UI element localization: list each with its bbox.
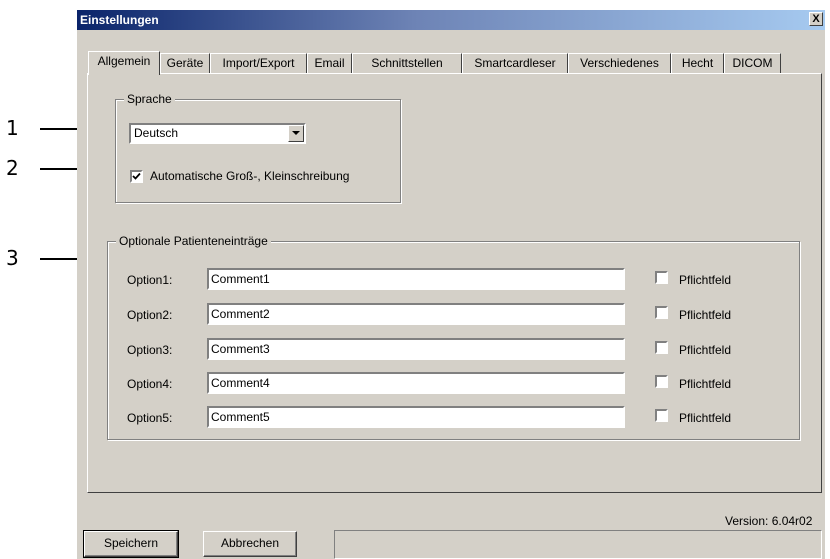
option4-input[interactable]: [209, 374, 623, 392]
checkmark-icon: [132, 172, 141, 180]
dropdown-button[interactable]: [288, 125, 304, 142]
title-bar[interactable]: Einstellungen X: [77, 10, 825, 30]
auto-case-label: Automatische Groß-, Kleinschreibung: [150, 169, 350, 183]
option4-field[interactable]: [207, 372, 625, 394]
tab-import-export[interactable]: Import/Export: [210, 53, 307, 74]
callout-3: 3: [6, 246, 19, 270]
option3-required-label: Pflichtfeld: [679, 343, 732, 357]
close-button[interactable]: X: [809, 12, 823, 26]
option4-required-label: Pflichtfeld: [679, 377, 732, 391]
close-icon: X: [812, 13, 820, 25]
tab-geraete[interactable]: Geräte: [160, 53, 210, 74]
settings-window: Einstellungen X Allgemein Geräte Import/…: [77, 10, 825, 559]
option5-required-checkbox[interactable]: [655, 409, 668, 422]
option5-field[interactable]: [207, 406, 625, 428]
option2-label: Option2:: [127, 308, 173, 322]
option1-required-checkbox[interactable]: [655, 271, 668, 284]
language-select-value: Deutsch: [134, 126, 179, 140]
option1-input[interactable]: [209, 270, 623, 288]
option5-required-label: Pflichtfeld: [679, 411, 732, 425]
tab-verschiedenes[interactable]: Verschiedenes: [568, 53, 671, 74]
tab-allgemein[interactable]: Allgemein: [88, 51, 160, 75]
option2-field[interactable]: [207, 303, 625, 325]
option3-required-checkbox[interactable]: [655, 341, 668, 354]
option5-input[interactable]: [209, 408, 623, 426]
option1-label: Option1:: [127, 273, 173, 287]
language-select[interactable]: Deutsch: [129, 123, 306, 144]
status-field: [334, 530, 822, 559]
window-title: Einstellungen: [80, 13, 159, 27]
optional-entries-legend: Optionale Patienteneinträge: [116, 234, 271, 248]
tab-dicom[interactable]: DICOM: [724, 53, 781, 74]
language-group: Sprache Deutsch Automatische Groß-, Klei…: [115, 92, 401, 203]
save-button[interactable]: Speichern: [83, 530, 179, 558]
chevron-down-icon: [292, 131, 300, 135]
cancel-button[interactable]: Abbrechen: [203, 531, 297, 557]
option3-label: Option3:: [127, 343, 173, 357]
option3-field[interactable]: [207, 338, 625, 360]
auto-case-checkbox[interactable]: [130, 170, 143, 183]
option2-required-checkbox[interactable]: [655, 306, 668, 319]
optional-entries-group: Optionale Patienteneinträge Option1: Pfl…: [107, 234, 800, 440]
option1-field[interactable]: [207, 268, 625, 290]
tab-email[interactable]: Email: [307, 53, 352, 74]
option4-required-checkbox[interactable]: [655, 375, 668, 388]
tab-hecht[interactable]: Hecht: [671, 53, 724, 74]
option1-required-label: Pflichtfeld: [679, 273, 732, 287]
tab-smartcardleser[interactable]: Smartcardleser: [462, 53, 568, 74]
option4-label: Option4:: [127, 377, 173, 391]
callout-1: 1: [6, 116, 19, 140]
tab-panel-allgemein: Sprache Deutsch Automatische Groß-, Klei…: [87, 73, 822, 493]
option2-input[interactable]: [209, 305, 623, 323]
language-group-legend: Sprache: [124, 92, 175, 106]
callout-2: 2: [6, 156, 19, 180]
option5-label: Option5:: [127, 411, 173, 425]
option3-input[interactable]: [209, 340, 623, 358]
option2-required-label: Pflichtfeld: [679, 308, 732, 322]
version-label: Version: 6.04r02: [725, 514, 813, 528]
tab-schnittstellen[interactable]: Schnittstellen: [352, 53, 462, 74]
